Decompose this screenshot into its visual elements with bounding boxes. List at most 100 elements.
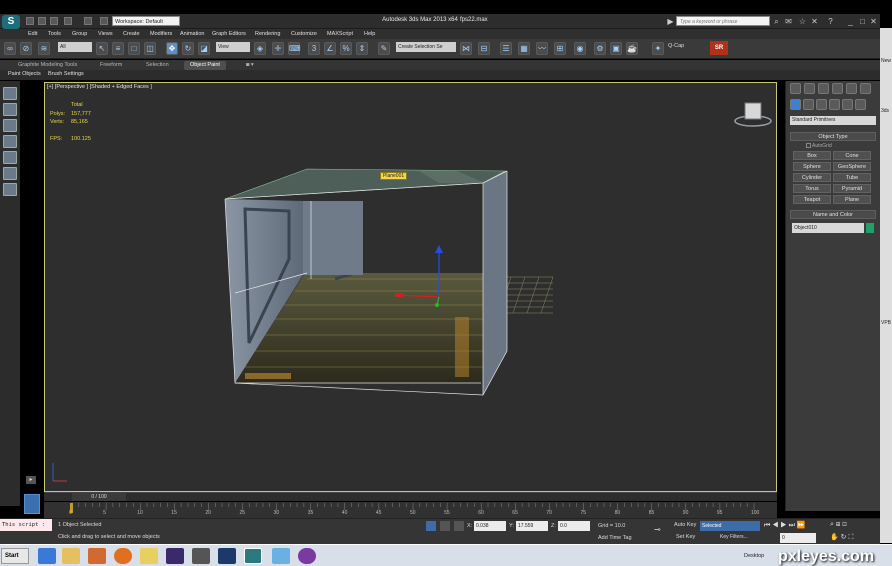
save-file-icon[interactable] <box>50 17 58 25</box>
close-icon[interactable]: ✕ <box>869 17 878 26</box>
playback-controls-icon[interactable]: ⏮ ◀ ▶ ⏭ ⏩ <box>764 521 806 530</box>
current-frame-field[interactable]: 0 <box>780 533 816 543</box>
teapot-button[interactable]: Teapot <box>793 195 831 204</box>
render-icon[interactable] <box>3 183 17 196</box>
menu-graph-editors[interactable]: Graph Editors <box>212 29 246 39</box>
display-tab-icon[interactable] <box>846 83 857 94</box>
image-icon[interactable] <box>3 167 17 180</box>
redo-icon[interactable] <box>84 17 92 25</box>
link-icon[interactable]: ∞ <box>4 42 16 55</box>
pivot-center-icon[interactable]: ◈ <box>254 42 266 55</box>
app-circle-icon[interactable] <box>298 548 316 564</box>
explorer-icon[interactable] <box>62 548 80 564</box>
left-wall-far[interactable] <box>303 201 363 275</box>
tab-selection[interactable]: Selection <box>140 61 175 70</box>
box-button[interactable]: Box <box>793 151 831 160</box>
bind-spacewarp-icon[interactable]: ≋ <box>38 42 50 55</box>
select-by-name-icon[interactable]: ≡ <box>112 42 124 55</box>
cameras-icon[interactable] <box>829 99 840 110</box>
select-object-icon[interactable]: ↖ <box>96 42 108 55</box>
motion-tab-icon[interactable] <box>832 83 843 94</box>
plane-button[interactable]: Plane <box>833 195 871 204</box>
rect-selection-icon[interactable]: □ <box>128 42 140 55</box>
help-icon[interactable]: ? <box>826 17 835 26</box>
open-file-icon[interactable] <box>38 17 46 25</box>
cylinder-button[interactable]: Cylinder <box>793 173 831 182</box>
geometry-icon[interactable] <box>790 99 801 110</box>
rendered-frame-icon[interactable]: ▣ <box>610 42 622 55</box>
y-coordinate-field[interactable]: 17.559 <box>516 521 548 531</box>
time-slider[interactable]: 0 / 100 <box>44 492 777 501</box>
graphite-tools-icon[interactable]: ▦ <box>518 42 530 55</box>
view-cube-icon[interactable] <box>734 102 772 127</box>
undo-icon[interactable] <box>64 17 72 25</box>
mirror-icon[interactable]: ⋈ <box>460 42 472 55</box>
x-coordinate-field[interactable]: 0.038 <box>474 521 506 531</box>
named-selection-select[interactable]: Create Selection Se <box>396 42 456 52</box>
spacewarps-icon[interactable] <box>855 99 866 110</box>
menu-rendering[interactable]: Rendering <box>255 29 280 39</box>
desktop-toolbar-label[interactable]: Desktop <box>744 553 764 559</box>
maxscript-listener[interactable]: This script : <box>0 519 52 531</box>
render-production-icon[interactable]: ☕ <box>626 42 638 55</box>
menu-maxscript[interactable]: MAXScript <box>327 29 353 39</box>
spinner-snap-icon[interactable]: ⇕ <box>356 42 368 55</box>
menu-animation[interactable]: Animation <box>180 29 204 39</box>
tab-freeform[interactable]: Freeform <box>94 61 128 70</box>
curve-editor-icon[interactable]: 〰 <box>536 42 548 55</box>
layer-icon[interactable] <box>3 103 17 116</box>
brush-settings-panel[interactable]: Brush Settings <box>48 71 84 77</box>
z-coordinate-field[interactable]: 0.0 <box>558 521 590 531</box>
menu-help[interactable]: Help <box>364 29 375 39</box>
angle-snap-icon[interactable]: ∠ <box>324 42 336 55</box>
keyboard-shortcut-icon[interactable]: ⌨ <box>288 42 301 55</box>
helpers-icon[interactable] <box>842 99 853 110</box>
torus-button[interactable]: Torus <box>793 184 831 193</box>
mini-curve-editor-icon[interactable] <box>24 494 40 514</box>
orbit-pan-icon[interactable]: ✋ ↻ ⛶ <box>830 533 853 542</box>
3dsmax-taskbar-icon[interactable] <box>244 548 262 564</box>
transform-mode-icon[interactable] <box>454 521 464 531</box>
percent-snap-icon[interactable]: % <box>340 42 352 55</box>
set-key-button[interactable]: Set Key <box>676 534 695 540</box>
qcap-icon[interactable]: ✦ <box>652 42 664 55</box>
menu-customize[interactable]: Customize <box>291 29 317 39</box>
snaps-toggle-icon[interactable]: 3 <box>308 42 320 55</box>
viewport-nav-icon[interactable]: ⌕ ⊞ ⊡ <box>830 521 847 529</box>
ribbon-options-icon[interactable]: ◙ ▾ <box>240 61 260 70</box>
qcap-label[interactable]: Q-Cap <box>668 43 684 49</box>
window-crossing-icon[interactable]: ◫ <box>144 42 156 55</box>
menu-arrow-icon[interactable]: ▶ <box>666 17 675 26</box>
film-icon[interactable] <box>192 548 210 564</box>
material-editor-icon[interactable]: ◉ <box>574 42 586 55</box>
name-color-rollout[interactable]: Name and Color <box>790 210 876 219</box>
pyramid-button[interactable]: Pyramid <box>833 184 871 193</box>
minimize-icon[interactable]: _ <box>846 17 855 26</box>
search-input[interactable]: Type a keyword or phrase <box>676 16 770 26</box>
geosphere-button[interactable]: GeoSphere <box>833 162 871 171</box>
create-tab-icon[interactable] <box>790 83 801 94</box>
after-effects-icon[interactable] <box>166 548 184 564</box>
utilities-tab-icon[interactable] <box>860 83 871 94</box>
scene-explorer-icon[interactable] <box>3 87 17 100</box>
select-rotate-icon[interactable]: ↻ <box>182 42 194 55</box>
right-wall-mesh[interactable] <box>483 171 507 395</box>
populate-icon[interactable] <box>3 119 17 132</box>
texture-icon[interactable] <box>3 151 17 164</box>
render-setup-icon[interactable]: ⚙ <box>594 42 606 55</box>
cone-button[interactable]: Cone <box>833 151 871 160</box>
exchange-icon[interactable]: ✕ <box>810 17 819 26</box>
key-filters-button[interactable]: Key Filters... <box>720 534 748 540</box>
desktop-icon-label-new[interactable]: New <box>881 58 891 64</box>
desktop-icon-label-vpb[interactable]: VPB <box>881 320 891 326</box>
sr-button[interactable]: SR <box>710 41 728 55</box>
select-scale-icon[interactable]: ◪ <box>198 42 210 55</box>
object-color-swatch[interactable] <box>866 223 874 233</box>
shapes-icon[interactable] <box>803 99 814 110</box>
sphere-button[interactable]: Sphere <box>793 162 831 171</box>
tab-object-paint[interactable]: Object Paint <box>184 61 226 70</box>
project-folder-icon[interactable] <box>100 17 108 25</box>
primitive-category-select[interactable]: Standard Primitives <box>790 116 876 125</box>
app-logo-icon[interactable]: S <box>2 15 20 29</box>
start-button[interactable]: Start <box>1 548 29 564</box>
